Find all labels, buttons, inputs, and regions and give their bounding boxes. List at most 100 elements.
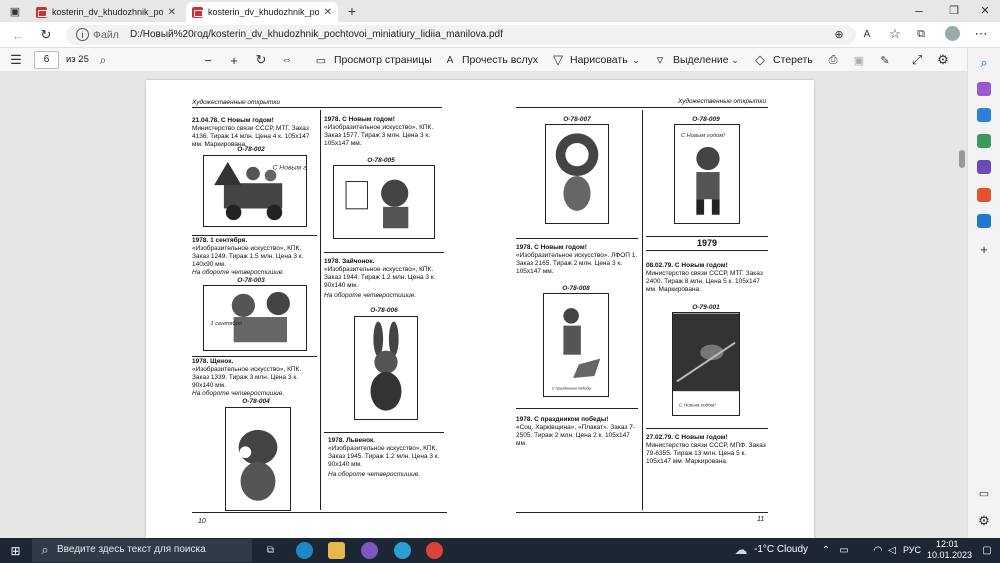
card-code: О-79-001 (692, 304, 720, 311)
rotate-icon[interactable]: ↻ (254, 52, 268, 67)
scrollbar[interactable] (959, 150, 965, 168)
entry-title: 08.02.79. С Новым годом! (646, 262, 728, 269)
taskbar: ⊞ ⌕ Введите здесь текст для поиска ⧉ ☁ -… (0, 538, 1000, 563)
fullscreen-icon[interactable]: ⤢ (910, 52, 924, 67)
zoom-in-icon[interactable]: + (227, 53, 241, 68)
language-indicator[interactable]: РУС (903, 545, 921, 555)
info-icon[interactable]: i (76, 28, 89, 41)
search-icon: ⌕ (41, 542, 49, 557)
viber-icon[interactable] (361, 542, 378, 559)
page-view-icon[interactable]: ▭ (314, 53, 328, 67)
task-view-icon[interactable]: ⧉ (262, 542, 279, 559)
card-code: О-78-004 (242, 398, 270, 405)
edge-icon[interactable] (296, 542, 313, 559)
office-icon[interactable] (977, 188, 991, 202)
close-icon[interactable]: ✕ (324, 7, 332, 18)
eraser-icon[interactable]: ◇ (753, 52, 767, 67)
entry-desc: Министерство связи СССР, МТГ. Заказ 2400… (646, 270, 763, 294)
draw-button[interactable]: Нарисовать (570, 54, 628, 66)
sidebar-toggle-icon[interactable]: ▭ (977, 486, 991, 500)
file-explorer-icon[interactable] (328, 542, 345, 559)
shopping-icon[interactable] (977, 108, 991, 122)
zoom-out-icon[interactable]: − (201, 53, 215, 68)
chrome-icon[interactable] (426, 542, 443, 559)
games-icon[interactable] (977, 160, 991, 174)
tab-bar: ▣ kosterin_dv_khudozhnik_pochtovo ✕ kost… (0, 0, 1000, 22)
tab-actions-icon[interactable]: ▣ (8, 4, 22, 18)
close-icon[interactable]: ✕ (168, 7, 176, 18)
read-aloud-icon[interactable]: A (860, 27, 874, 41)
save-as-icon[interactable]: ✎ (878, 53, 892, 67)
clock-time[interactable]: 12:01 (936, 539, 959, 549)
chevron-up-icon[interactable]: ⌃ (820, 543, 832, 557)
tools-icon[interactable] (977, 134, 991, 148)
left-page-header: Художественные открытки (192, 99, 281, 106)
save-icon[interactable]: ▣ (852, 53, 866, 67)
card-greeting: С Новым годом! (273, 164, 307, 172)
tab-1[interactable]: kosterin_dv_khudozhnik_pochtovo ✕ (30, 2, 182, 22)
favorites-icon[interactable]: ☆ (888, 26, 902, 41)
erase-button[interactable]: Стереть (773, 54, 813, 66)
card-code: О-78-005 (367, 157, 395, 164)
settings-icon[interactable]: ⚙ (977, 513, 991, 528)
address-bar: ← ↻ i Файл D:/Новый%20год/kosterin_dv_kh… (0, 22, 1000, 48)
dwarf-letter-illustration (345, 179, 409, 229)
entry-title: 1978. Львенок. (328, 437, 376, 444)
tab-2[interactable]: kosterin_dv_khudozhnik_pochtovo ✕ (186, 2, 338, 22)
contents-icon[interactable]: ☰ (9, 52, 23, 67)
maximize-icon[interactable]: ❐ (947, 3, 961, 17)
settings-icon[interactable]: ⚙ (936, 52, 950, 67)
right-page-header: Художественные открытки (678, 98, 767, 105)
fit-icon[interactable]: ⇔ (280, 53, 294, 67)
highlight-icon[interactable]: ▿ (653, 52, 667, 67)
tab-2-title: kosterin_dv_khudozhnik_pochtovo (208, 7, 319, 17)
page-number-input[interactable]: 6 (34, 51, 59, 69)
clock-date[interactable]: 10.01.2023 (927, 550, 972, 560)
entry-title: 1978. Зайчонок. (324, 258, 375, 265)
read-aloud-button[interactable]: Прочесть вслух (462, 54, 538, 66)
zoom-icon[interactable]: ⊕ (832, 27, 846, 41)
entry-title: 1978. С праздником победы! (516, 416, 609, 423)
card-greeting: С праздником победы (552, 386, 592, 391)
back-icon[interactable]: ← (10, 27, 26, 43)
weather-text[interactable]: -1°C Cloudy (754, 544, 808, 555)
bullfinch-winter-illustration: С Новым годом! (673, 313, 739, 409)
page-view-button[interactable]: Просмотр страницы (334, 54, 432, 66)
notifications-icon[interactable]: ▢ (981, 543, 993, 557)
draw-icon[interactable]: ▽ (551, 52, 565, 67)
collections-icon[interactable]: ⧉ (914, 27, 928, 41)
minimize-icon[interactable]: – (912, 3, 926, 18)
page-number-left: 10 (198, 518, 206, 525)
taskbar-search-placeholder: Введите здесь текст для поиска (57, 544, 206, 555)
divider (324, 432, 444, 433)
card-code: О-78-006 (370, 307, 398, 314)
windows-start-icon[interactable]: ⊞ (8, 543, 23, 558)
pdf-viewer[interactable]: Художественные открытки 10 21.04.78. С Н… (0, 72, 967, 538)
new-tab-icon[interactable]: + (344, 3, 360, 19)
chevron-down-icon[interactable]: ⌄ (729, 53, 741, 67)
volume-icon[interactable]: ◁ (886, 543, 898, 557)
card-greeting: С Новым годом! (681, 133, 726, 139)
highlight-button[interactable]: Выделение (673, 54, 729, 66)
print-icon[interactable]: ⎙ (826, 53, 840, 67)
divider (324, 252, 444, 253)
page-number-right: 11 (757, 516, 765, 523)
chevron-down-icon[interactable]: ⌄ (630, 53, 642, 67)
add-icon[interactable]: + (977, 242, 991, 257)
telegram-icon[interactable] (394, 542, 411, 559)
read-aloud-icon[interactable]: A (443, 53, 457, 67)
close-window-icon[interactable]: ✕ (978, 3, 992, 17)
copilot-icon[interactable] (977, 82, 991, 96)
outlook-icon[interactable] (977, 214, 991, 228)
network-icon[interactable]: ◠ (872, 543, 884, 557)
menu-icon[interactable]: ⋯ (974, 26, 988, 41)
edge-sidebar: ⌕ + ▭ ⚙ (967, 48, 1000, 538)
entry-desc: «Изобразительное искусство», КПК. Заказ … (192, 245, 304, 269)
url-text[interactable]: D:/Новый%20год/kosterin_dv_khudozhnik_po… (130, 29, 503, 40)
battery-icon[interactable]: ▭ (838, 543, 850, 557)
search-icon[interactable]: ⌕ (96, 53, 110, 67)
reload-icon[interactable]: ↻ (38, 27, 54, 43)
avatar[interactable] (945, 26, 960, 41)
search-icon[interactable]: ⌕ (977, 55, 991, 70)
divider (192, 356, 317, 357)
